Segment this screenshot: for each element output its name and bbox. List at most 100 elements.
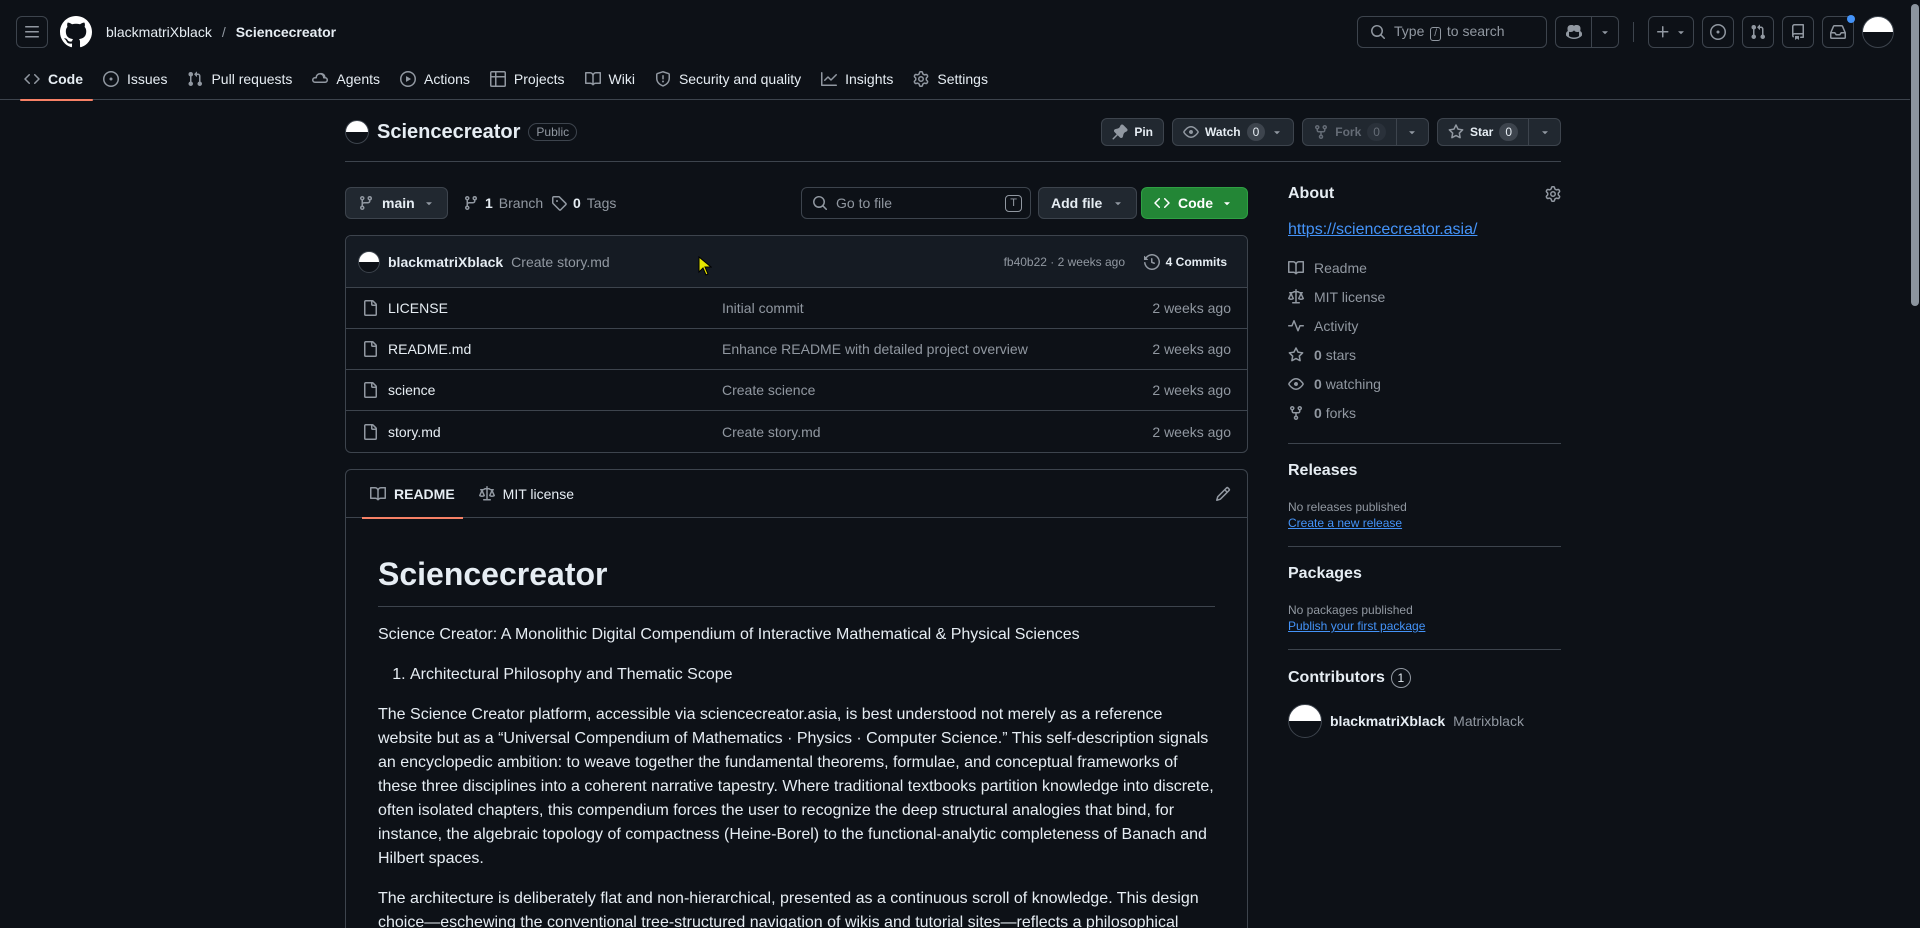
- about-item-count: 0: [1314, 404, 1322, 421]
- contributor-login[interactable]: blackmatriXblack: [1330, 713, 1445, 729]
- file-commit-message[interactable]: Enhance README with detailed project ove…: [722, 341, 1028, 357]
- branch-icon: [464, 196, 477, 211]
- repo-name[interactable]: Sciencecreator: [377, 121, 520, 144]
- file-row[interactable]: story.md Create story.md 2 weeks ago: [346, 411, 1247, 452]
- menu-button[interactable]: [16, 16, 48, 48]
- repo-icon: [1792, 24, 1804, 40]
- about-item-label: forks: [1325, 404, 1357, 421]
- fork-button[interactable]: Fork 0: [1302, 118, 1429, 146]
- fork-icon: [1315, 125, 1328, 140]
- search-icon: [1371, 25, 1385, 39]
- contributor-item[interactable]: blackmatriXblack Matrixblack: [1288, 704, 1561, 738]
- tab-insights[interactable]: Insights: [811, 58, 903, 100]
- pencil-icon[interactable]: [1215, 486, 1231, 502]
- commit-author-avatar[interactable]: [358, 250, 380, 273]
- tab-license[interactable]: MIT license: [471, 470, 582, 518]
- file-name[interactable]: science: [388, 382, 435, 398]
- readme-body: Sciencecreator Science Creator: A Monoli…: [346, 554, 1247, 928]
- file-row[interactable]: science Create science 2 weeks ago: [346, 370, 1247, 411]
- fork-dropdown[interactable]: [1395, 119, 1428, 145]
- gear-icon[interactable]: [1545, 186, 1561, 202]
- packages-empty: No packages published: [1288, 603, 1413, 617]
- breadcrumb-owner[interactable]: blackmatriXblack: [106, 24, 212, 40]
- star-button[interactable]: Star 0: [1436, 118, 1561, 146]
- create-new-button[interactable]: [1648, 16, 1694, 48]
- file-commit-message[interactable]: Initial commit: [722, 300, 804, 316]
- star-icon: [1448, 124, 1464, 139]
- about-stars[interactable]: 0 stars: [1288, 340, 1561, 369]
- about-activity[interactable]: Activity: [1288, 311, 1561, 340]
- file-commit-message[interactable]: Create story.md: [722, 424, 821, 440]
- repositories-button[interactable]: [1782, 16, 1814, 48]
- copilot-button[interactable]: [1555, 16, 1619, 48]
- releases-title[interactable]: Releases: [1288, 462, 1561, 480]
- create-release-link[interactable]: Create a new release: [1288, 516, 1561, 530]
- tab-code[interactable]: Code: [20, 58, 93, 101]
- about-forks[interactable]: 0 forks: [1288, 398, 1561, 427]
- issues-button[interactable]: [1702, 16, 1734, 48]
- go-to-file-placeholder: Go to file: [836, 195, 893, 211]
- file-name[interactable]: LICENSE: [388, 300, 448, 316]
- star-dropdown[interactable]: [1528, 119, 1560, 145]
- pin-button[interactable]: Pin: [1101, 118, 1165, 146]
- search-input[interactable]: Type / to search: [1357, 16, 1547, 48]
- tab-pull-requests[interactable]: Pull requests: [177, 58, 302, 100]
- owner-avatar[interactable]: [345, 120, 369, 144]
- tab-wiki[interactable]: Wiki: [575, 58, 645, 100]
- tab-projects[interactable]: Projects: [480, 58, 575, 100]
- commit-author[interactable]: blackmatriXblack: [388, 254, 503, 270]
- branch-selector[interactable]: main: [345, 187, 448, 219]
- file-name[interactable]: README.md: [388, 341, 471, 357]
- commit-meta[interactable]: fb40b22 · 2 weeks ago: [1004, 255, 1125, 269]
- copilot-main[interactable]: [1556, 17, 1592, 47]
- tab-readme[interactable]: README: [362, 470, 463, 519]
- file-name[interactable]: story.md: [388, 424, 441, 440]
- tab-label: Agents: [336, 71, 380, 87]
- page-scrollbar[interactable]: [1910, 0, 1920, 928]
- copilot-dropdown[interactable]: [1592, 17, 1618, 47]
- user-avatar[interactable]: [1862, 16, 1894, 48]
- file-row[interactable]: LICENSE Initial commit 2 weeks ago: [346, 288, 1247, 329]
- breadcrumb-repo[interactable]: Sciencecreator: [236, 24, 336, 40]
- publish-package-link[interactable]: Publish your first package: [1288, 619, 1561, 633]
- tab-label: Settings: [937, 71, 988, 87]
- file-commit-message[interactable]: Create science: [722, 382, 815, 398]
- tab-agents[interactable]: Agents: [302, 58, 390, 100]
- add-file-button[interactable]: Add file: [1038, 187, 1138, 219]
- add-file-label: Add file: [1051, 195, 1103, 211]
- code-button[interactable]: Code: [1141, 187, 1248, 219]
- github-logo-icon[interactable]: [60, 16, 92, 48]
- inbox-button[interactable]: [1822, 15, 1855, 48]
- mouse-cursor-icon: [698, 256, 712, 276]
- contributors-title[interactable]: Contributors: [1288, 669, 1385, 687]
- scrollbar-thumb[interactable]: [1911, 4, 1919, 306]
- search-icon: [813, 196, 827, 210]
- file-row[interactable]: README.md Enhance README with detailed p…: [346, 329, 1247, 370]
- website-link[interactable]: https://sciencecreator.asia/: [1288, 221, 1561, 239]
- tags-link[interactable]: 0 Tags: [551, 187, 616, 219]
- branch-icon: [359, 196, 372, 211]
- tab-security[interactable]: Security and quality: [645, 58, 811, 100]
- tab-actions[interactable]: Actions: [390, 58, 480, 100]
- about-readme[interactable]: Readme: [1288, 253, 1561, 282]
- watch-button[interactable]: Watch 0: [1172, 118, 1295, 146]
- commits-link[interactable]: 4 Commits: [1143, 253, 1227, 270]
- tab-issues[interactable]: Issues: [93, 58, 177, 100]
- about-license[interactable]: MIT license: [1288, 282, 1561, 311]
- header-divider: [1633, 22, 1634, 42]
- about-item-label: stars: [1325, 346, 1357, 363]
- tab-settings[interactable]: Settings: [903, 58, 998, 100]
- contributor-avatar[interactable]: [1288, 704, 1322, 738]
- star-label: Star: [1469, 125, 1494, 139]
- commit-message[interactable]: Create story.md: [511, 254, 610, 270]
- branches-link[interactable]: 1 Branch: [463, 187, 543, 219]
- branches-label: Branch: [498, 195, 544, 211]
- about-item-count: 0: [1314, 346, 1322, 363]
- law-icon: [478, 485, 495, 500]
- pull-requests-button[interactable]: [1742, 16, 1774, 48]
- go-to-file-input[interactable]: Go to file T: [801, 187, 1031, 219]
- about-watching[interactable]: 0 watching: [1288, 369, 1561, 398]
- packages-title[interactable]: Packages: [1288, 565, 1561, 583]
- pull-request-icon: [1751, 24, 1766, 40]
- pulse-icon: [1288, 319, 1304, 331]
